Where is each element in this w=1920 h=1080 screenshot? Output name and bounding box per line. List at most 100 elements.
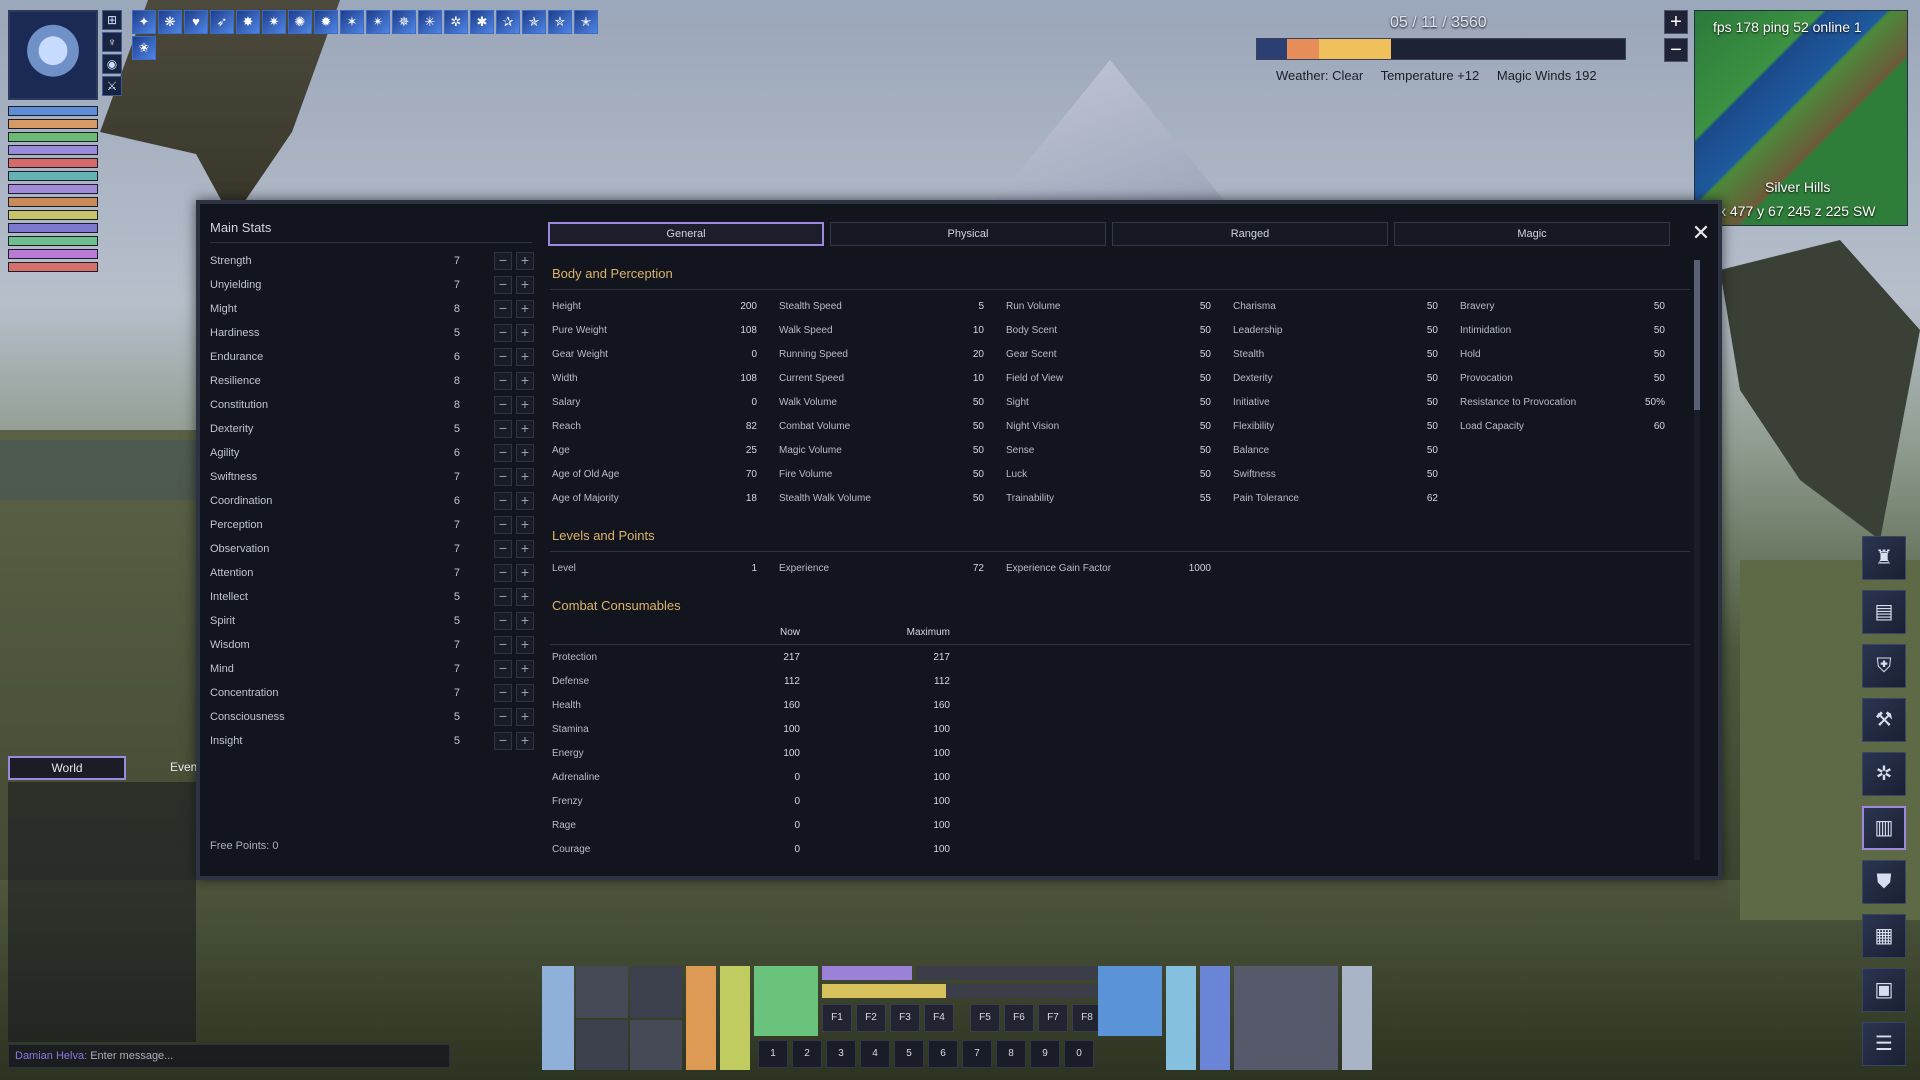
skill-icon[interactable]: ✲: [444, 10, 468, 34]
increase-stat-button[interactable]: +: [516, 348, 534, 366]
skill-icon[interactable]: ✵: [392, 10, 416, 34]
decrease-stat-button[interactable]: −: [494, 540, 512, 558]
skill-icon[interactable]: ✮: [548, 10, 572, 34]
decrease-stat-button[interactable]: −: [494, 492, 512, 510]
decrease-stat-button[interactable]: −: [494, 708, 512, 726]
hotbar-slot-silver[interactable]: [1342, 966, 1372, 1070]
skill-icon[interactable]: ✳: [418, 10, 442, 34]
hotbar-slot-indigo[interactable]: [1200, 966, 1230, 1070]
decrease-stat-button[interactable]: −: [494, 732, 512, 750]
hotbar-slot[interactable]: [576, 1020, 628, 1070]
increase-stat-button[interactable]: +: [516, 468, 534, 486]
decrease-stat-button[interactable]: −: [494, 564, 512, 582]
increase-stat-button[interactable]: +: [516, 372, 534, 390]
skill-icon[interactable]: ✯: [522, 10, 546, 34]
crafting-icon[interactable]: ⚒: [1862, 698, 1906, 742]
hotbar-key-f2[interactable]: F2: [856, 1004, 886, 1032]
hotbar-slot-light-blue[interactable]: [1166, 966, 1196, 1070]
close-window-button[interactable]: ✕: [1690, 222, 1712, 244]
hotbar-key-f4[interactable]: F4: [924, 1004, 954, 1032]
hotbar-slot-blue-large[interactable]: [1098, 966, 1162, 1036]
skill-icon[interactable]: ✭: [574, 10, 598, 34]
decrease-stat-button[interactable]: −: [494, 396, 512, 414]
increase-stat-button[interactable]: +: [516, 324, 534, 342]
eye-icon[interactable]: ◉: [102, 54, 122, 74]
bird-icon[interactable]: ♆: [102, 32, 122, 52]
hotbar-key-0[interactable]: 0: [1064, 1040, 1094, 1068]
decrease-stat-button[interactable]: −: [494, 444, 512, 462]
chat-tab-world[interactable]: World: [8, 756, 126, 780]
hotbar-key-f6[interactable]: F6: [1004, 1004, 1034, 1032]
character-portrait[interactable]: [8, 10, 98, 100]
decrease-stat-button[interactable]: −: [494, 588, 512, 606]
skill-icon[interactable]: ✬: [132, 36, 156, 60]
skill-tree-icon[interactable]: ✲: [1862, 752, 1906, 796]
decrease-stat-button[interactable]: −: [494, 468, 512, 486]
decrease-stat-button[interactable]: −: [494, 660, 512, 678]
increase-stat-button[interactable]: +: [516, 612, 534, 630]
skill-icon[interactable]: ✺: [288, 10, 312, 34]
increase-stat-button[interactable]: +: [516, 420, 534, 438]
hotbar-slot[interactable]: [630, 1020, 682, 1070]
hotbar-key-1[interactable]: 1: [758, 1040, 788, 1068]
increase-stat-button[interactable]: +: [516, 540, 534, 558]
increase-stat-button[interactable]: +: [516, 516, 534, 534]
hotbar-key-5[interactable]: 5: [894, 1040, 924, 1068]
skill-icon[interactable]: ✷: [262, 10, 286, 34]
increase-stat-button[interactable]: +: [516, 732, 534, 750]
decrease-stat-button[interactable]: −: [494, 300, 512, 318]
skill-icon[interactable]: ✸: [236, 10, 260, 34]
tab-magic[interactable]: Magic: [1394, 222, 1670, 246]
increase-stat-button[interactable]: +: [516, 684, 534, 702]
hotbar-key-7[interactable]: 7: [962, 1040, 992, 1068]
skill-icon[interactable]: ✶: [340, 10, 364, 34]
increase-stat-button[interactable]: +: [516, 444, 534, 462]
hotbar-slot-orange[interactable]: [686, 966, 716, 1070]
increase-stat-button[interactable]: +: [516, 564, 534, 582]
decrease-stat-button[interactable]: −: [494, 276, 512, 294]
decrease-stat-button[interactable]: −: [494, 372, 512, 390]
increase-stat-button[interactable]: +: [516, 708, 534, 726]
skill-icon[interactable]: ✰: [496, 10, 520, 34]
decrease-stat-button[interactable]: −: [494, 612, 512, 630]
tab-ranged[interactable]: Ranged: [1112, 222, 1388, 246]
chat-tab-events[interactable]: Events: [170, 756, 196, 780]
increase-stat-button[interactable]: +: [516, 660, 534, 678]
skill-icon[interactable]: ➶: [210, 10, 234, 34]
menu-icon[interactable]: ☰: [1862, 1022, 1906, 1066]
skill-icon[interactable]: ✱: [470, 10, 494, 34]
hotbar-slot[interactable]: [576, 966, 628, 1018]
skill-icon[interactable]: ✴: [366, 10, 390, 34]
increase-stat-button[interactable]: +: [516, 396, 534, 414]
hotbar-key-f1[interactable]: F1: [822, 1004, 852, 1032]
skill-icon[interactable]: ✹: [314, 10, 338, 34]
decrease-stat-button[interactable]: −: [494, 684, 512, 702]
decrease-stat-button[interactable]: −: [494, 420, 512, 438]
target-icon[interactable]: ⊞: [102, 10, 122, 30]
decrease-stat-button[interactable]: −: [494, 348, 512, 366]
hotbar-key-2[interactable]: 2: [792, 1040, 822, 1068]
increase-stat-button[interactable]: +: [516, 252, 534, 270]
content-scrollbar[interactable]: [1694, 260, 1700, 860]
decrease-stat-button[interactable]: −: [494, 516, 512, 534]
increase-stat-button[interactable]: +: [516, 276, 534, 294]
decrease-stat-button[interactable]: −: [494, 636, 512, 654]
tab-general[interactable]: General: [548, 222, 824, 246]
skill-icon[interactable]: ♥: [184, 10, 208, 34]
stats-icon[interactable]: ▥: [1862, 806, 1906, 850]
swords-icon[interactable]: ⚔: [102, 76, 122, 96]
hotbar-key-f7[interactable]: F7: [1038, 1004, 1068, 1032]
hotbar-slot-green[interactable]: [754, 966, 818, 1036]
inventory-icon[interactable]: ▦: [1862, 914, 1906, 958]
scrollbar-thumb[interactable]: [1694, 260, 1700, 410]
increase-stat-button[interactable]: +: [516, 300, 534, 318]
increase-stat-button[interactable]: +: [516, 588, 534, 606]
increase-stat-button[interactable]: +: [516, 636, 534, 654]
shield-icon[interactable]: ⛨: [1862, 644, 1906, 688]
hotbar-key-6[interactable]: 6: [928, 1040, 958, 1068]
hotbar-slot-yellow[interactable]: [720, 966, 750, 1070]
decrease-stat-button[interactable]: −: [494, 324, 512, 342]
increase-stat-button[interactable]: +: [516, 492, 534, 510]
hotbar-slot[interactable]: [630, 966, 682, 1018]
hotbar-key-8[interactable]: 8: [996, 1040, 1026, 1068]
